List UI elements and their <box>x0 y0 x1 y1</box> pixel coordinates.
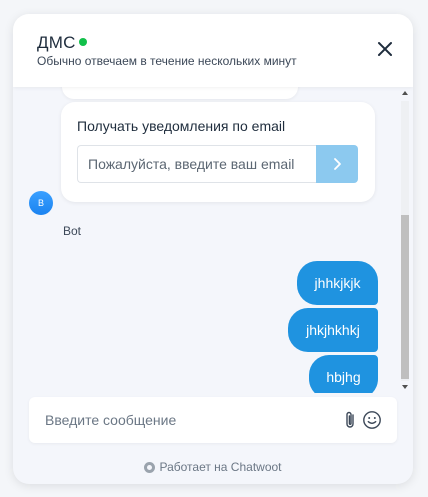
scrollbar[interactable] <box>399 87 411 393</box>
close-button[interactable] <box>375 39 395 59</box>
chevron-right-icon <box>334 158 341 170</box>
branding-text: Работает на Chatwoot <box>159 460 282 474</box>
scroll-up-icon[interactable] <box>401 89 409 97</box>
scroll-down-icon[interactable] <box>401 383 409 391</box>
message-list[interactable]: Получать уведомления по email B Bot jhhk… <box>13 87 413 393</box>
email-prompt-label: Получать уведомления по email <box>77 118 286 134</box>
email-collect-card: Получать уведомления по email <box>61 102 375 202</box>
bot-message-bubble <box>62 87 298 99</box>
sender-name: Bot <box>63 224 82 238</box>
emoji-button[interactable] <box>362 410 382 430</box>
page-title: ДМС <box>37 33 76 52</box>
user-message-bubble: jhkjhkhkj <box>288 308 378 352</box>
message-input[interactable] <box>29 397 329 443</box>
online-status-dot <box>79 38 87 46</box>
reply-time-subtitle: Обычно отвечаем в течение нескольких мин… <box>37 54 297 68</box>
email-submit-button[interactable] <box>316 145 358 183</box>
close-icon <box>378 42 392 56</box>
scrollbar-thumb[interactable] <box>401 215 409 379</box>
attach-button[interactable] <box>342 410 358 430</box>
avatar: B <box>29 191 53 215</box>
chatwoot-logo-icon <box>144 462 156 473</box>
chat-widget: ДМС Обычно отвечаем в течение нескольких… <box>13 14 413 484</box>
email-field[interactable] <box>77 145 317 183</box>
message-composer <box>29 397 397 443</box>
chat-header: ДМС Обычно отвечаем в течение нескольких… <box>13 14 413 87</box>
powered-by-branding[interactable]: Работает на Chatwoot <box>13 460 413 474</box>
user-message-bubble: hbjhg <box>309 355 378 393</box>
smiley-icon <box>363 411 381 429</box>
paperclip-icon <box>346 411 354 428</box>
user-message-bubble: jhhkjkjk <box>297 261 378 305</box>
